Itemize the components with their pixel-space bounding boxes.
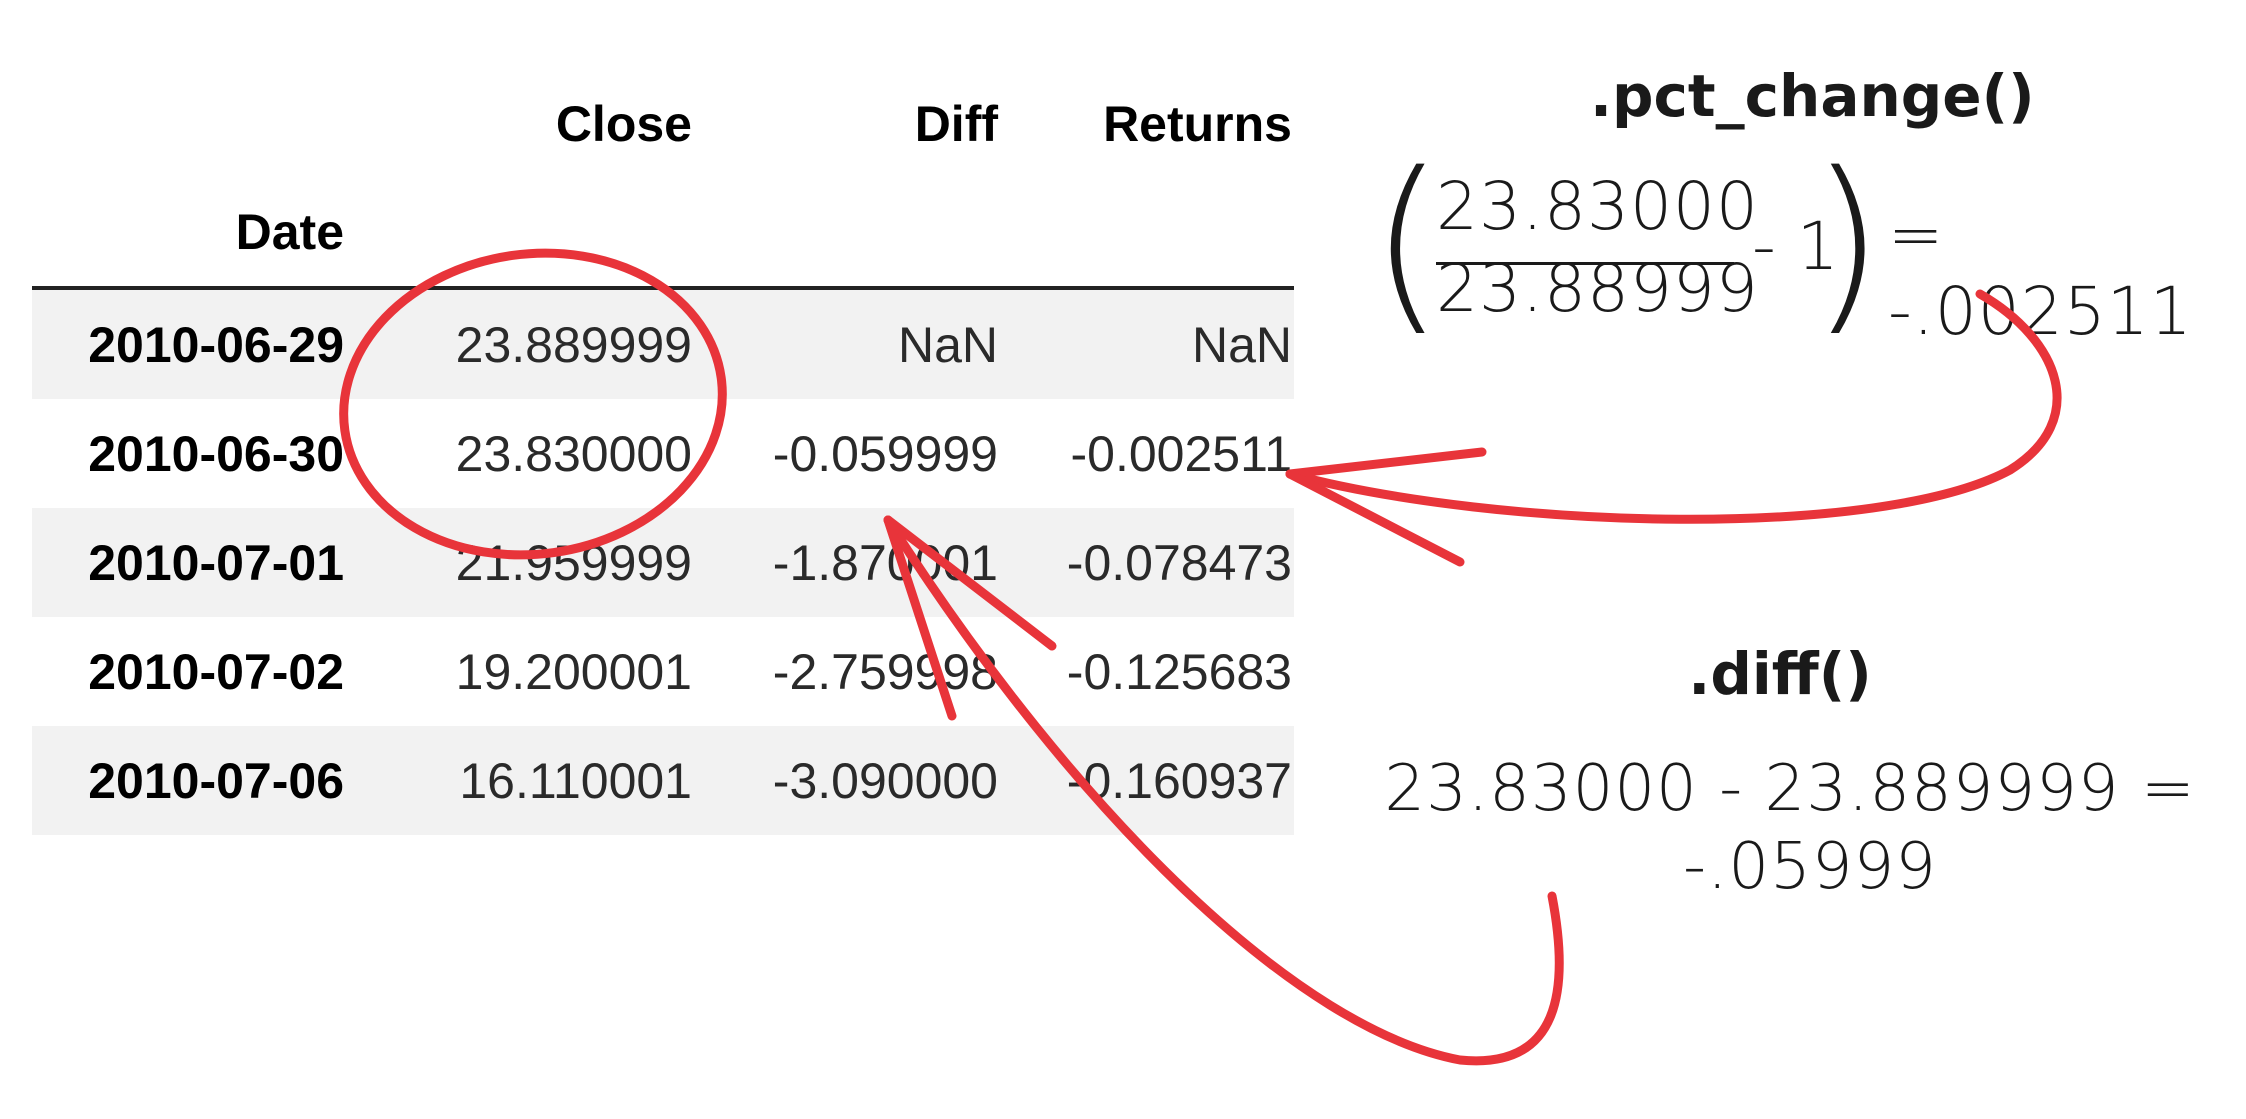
curved-arrow-to-returns	[1285, 289, 2062, 524]
arrowhead-returns-upper	[1285, 447, 1487, 479]
arrowhead-returns-lower	[1285, 469, 1465, 567]
annotated-diagram: Close Diff Returns Date 2010-06-29 23.88…	[0, 0, 2246, 1119]
annotation-layer	[339, 248, 2062, 1066]
highlight-circle	[339, 248, 727, 560]
